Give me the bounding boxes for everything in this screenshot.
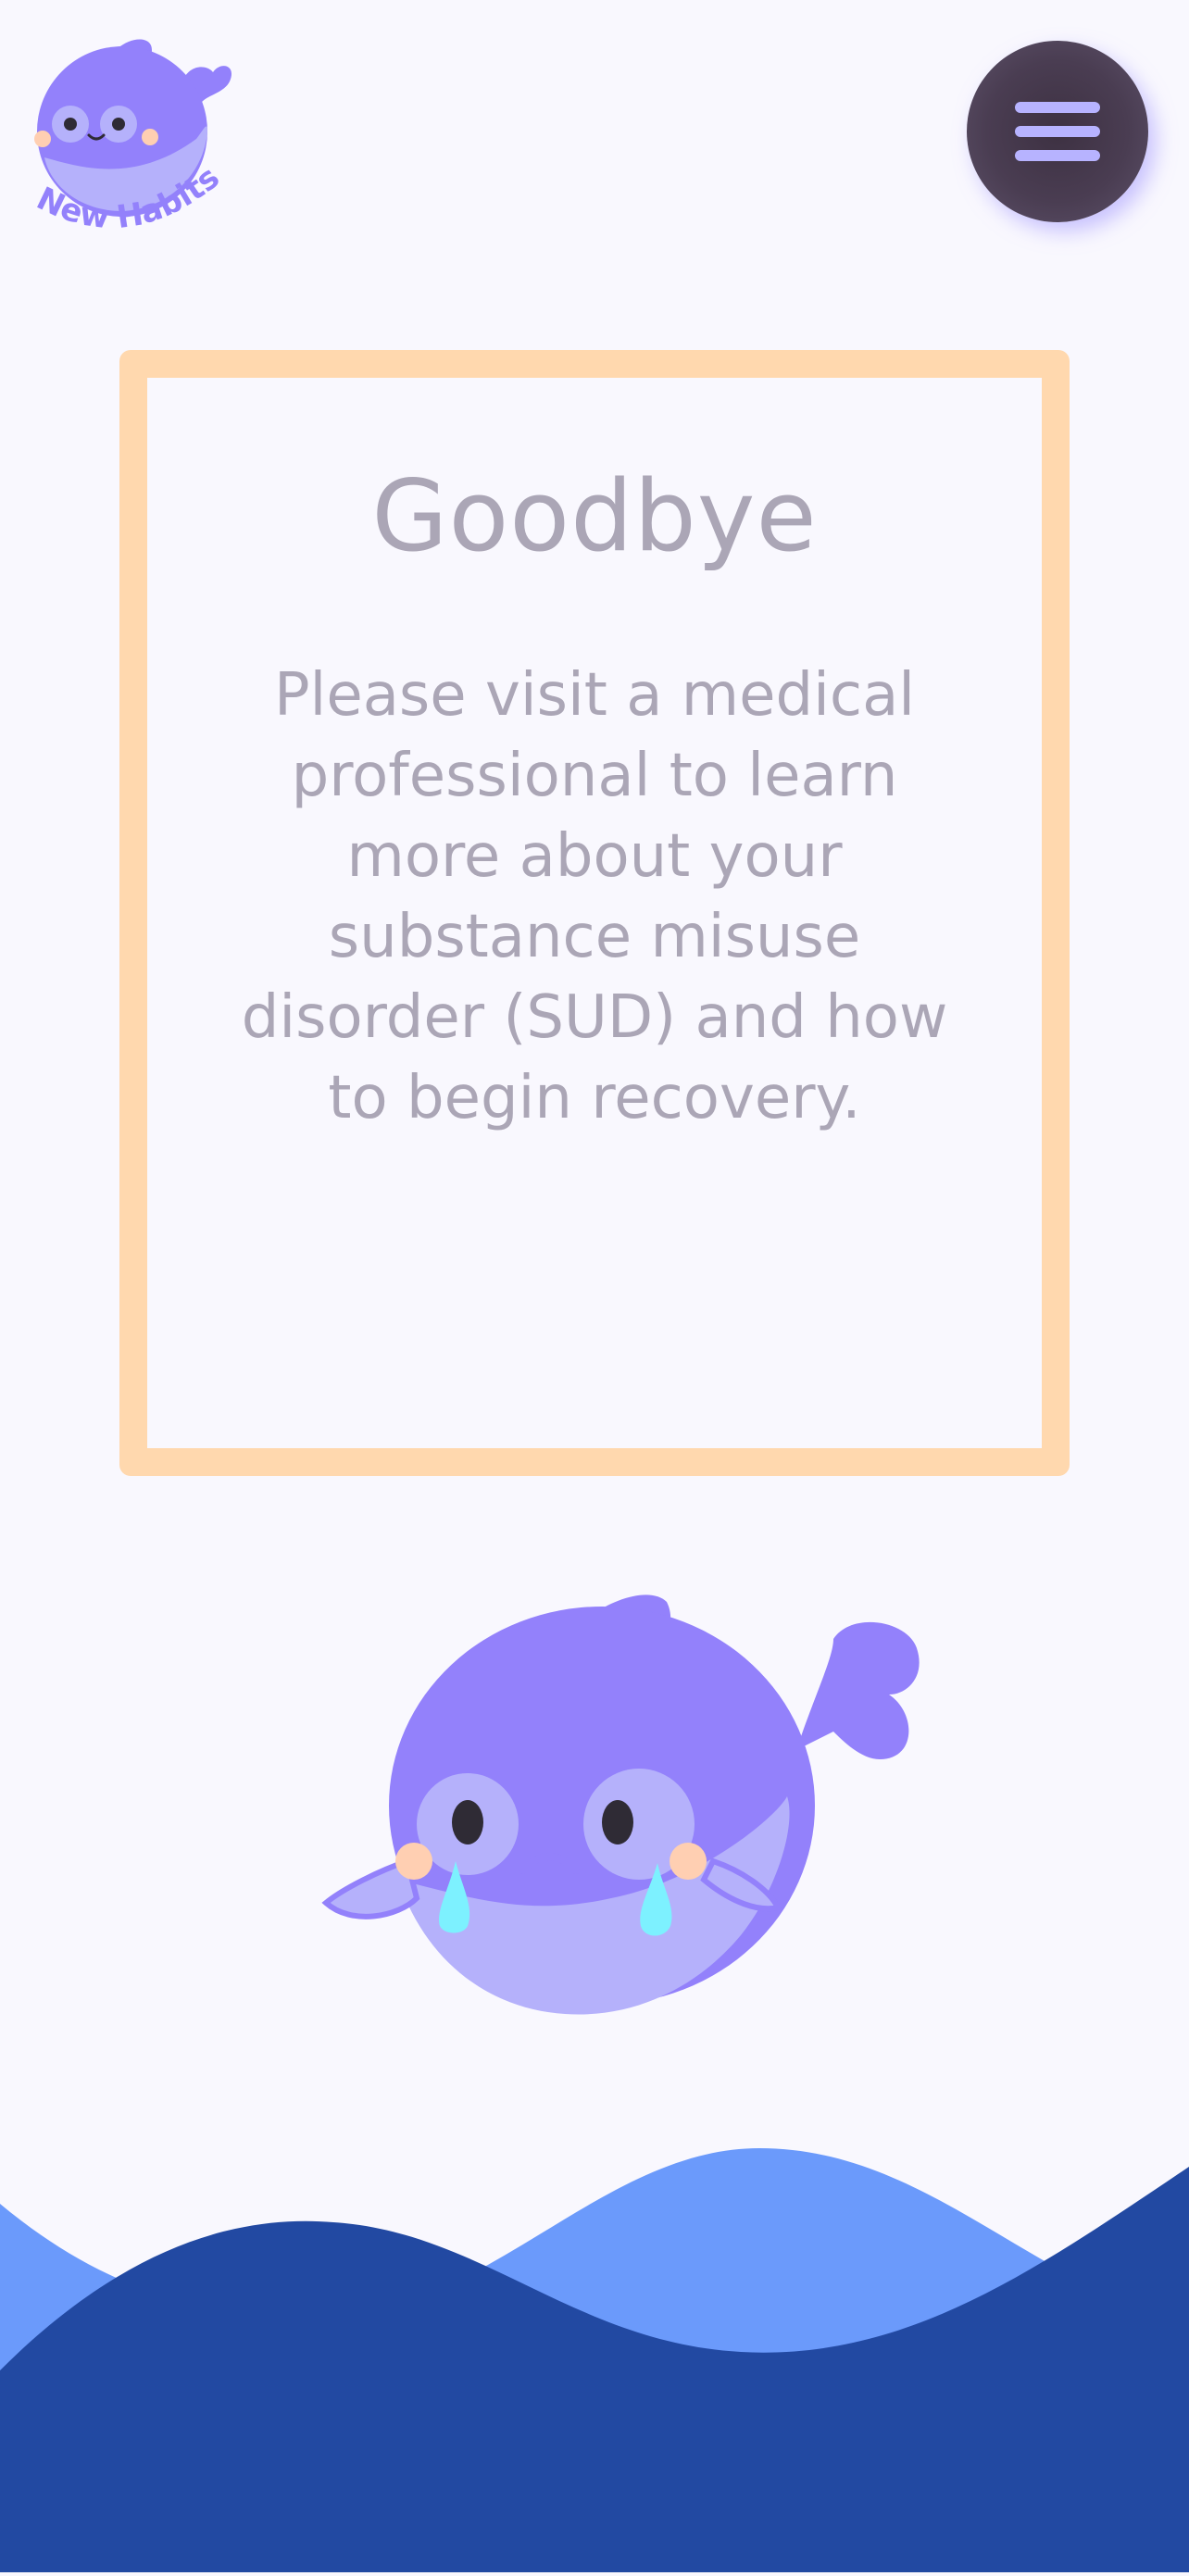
- crying-whale-illustration: [315, 1583, 926, 2028]
- hamburger-menu-icon: [1015, 102, 1100, 161]
- ocean-waves: [0, 2111, 1189, 2572]
- menu-button[interactable]: [967, 41, 1148, 222]
- new-habits-logo[interactable]: New Habits: [22, 28, 237, 243]
- crying-whale-icon: [321, 1594, 920, 2015]
- whale-logo-icon: New Habits: [31, 39, 232, 236]
- waves-decoration: [0, 2148, 1189, 2572]
- card-message: Please visit a medical professional to l…: [241, 661, 948, 1132]
- goodbye-card: Goodbye Please visit a medical professio…: [119, 350, 1070, 1476]
- card-title: Goodbye: [371, 459, 818, 573]
